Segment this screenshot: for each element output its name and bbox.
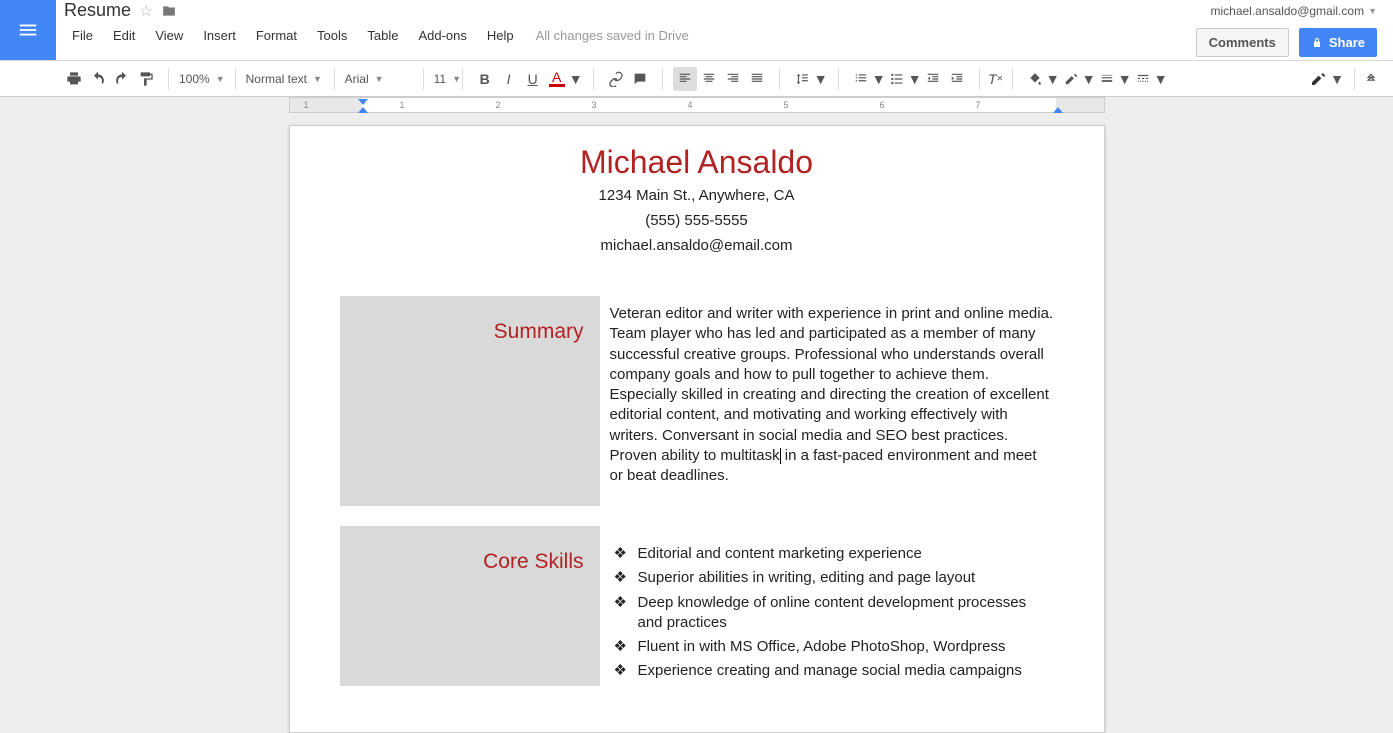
- app-menu-button[interactable]: [0, 0, 56, 60]
- skills-list: Editorial and content marketing experien…: [610, 534, 1054, 682]
- menu-file[interactable]: File: [62, 24, 103, 47]
- account-menu[interactable]: michael.ansaldo@gmail.com ▼: [1210, 4, 1377, 18]
- border-style-caret[interactable]: ▼: [1155, 67, 1167, 91]
- document-title[interactable]: Resume: [64, 0, 131, 21]
- zoom-select[interactable]: 100%▼: [173, 72, 231, 86]
- hamburger-icon: [17, 19, 39, 41]
- line-spacing-button[interactable]: [790, 67, 814, 91]
- bold-button[interactable]: B: [473, 67, 497, 91]
- menu-edit[interactable]: Edit: [103, 24, 145, 47]
- text-color-caret[interactable]: ▼: [569, 67, 583, 91]
- list-item: Superior abilities in writing, editing a…: [610, 568, 1054, 588]
- list-item: Editorial and content marketing experien…: [610, 544, 1054, 564]
- numbered-list-button[interactable]: [849, 67, 873, 91]
- resume-phone: (555) 555-5555: [290, 210, 1104, 231]
- bulleted-list-button[interactable]: [885, 67, 909, 91]
- clear-formatting-button[interactable]: T✕: [984, 67, 1008, 91]
- underline-button[interactable]: U: [521, 67, 545, 91]
- align-center-button[interactable]: [697, 67, 721, 91]
- folder-icon[interactable]: [161, 4, 177, 18]
- comments-button[interactable]: Comments: [1196, 28, 1289, 57]
- italic-button[interactable]: I: [497, 67, 521, 91]
- summary-text: Veteran editor and writer with experienc…: [610, 296, 1054, 506]
- list-item: Fluent in with MS Office, Adobe PhotoSho…: [610, 637, 1054, 657]
- list-item: Experience creating and manage social me…: [610, 661, 1054, 681]
- ruler[interactable]: 1 1 2 3 4 5 6 7: [289, 97, 1105, 113]
- fill-color-caret[interactable]: ▼: [1047, 67, 1059, 91]
- border-style-button[interactable]: [1131, 67, 1155, 91]
- resume-name: Michael Ansaldo: [290, 144, 1104, 181]
- editing-mode-caret[interactable]: ▼: [1330, 67, 1344, 91]
- border-width-button[interactable]: [1095, 67, 1119, 91]
- resume-email: michael.ansaldo@email.com: [290, 235, 1104, 256]
- link-button[interactable]: [604, 67, 628, 91]
- menu-addons[interactable]: Add-ons: [408, 24, 476, 47]
- bulleted-list-caret[interactable]: ▼: [909, 67, 921, 91]
- document-page[interactable]: Michael Ansaldo 1234 Main St., Anywhere,…: [289, 125, 1105, 733]
- style-select[interactable]: Normal text▼: [240, 72, 330, 86]
- print-button[interactable]: [62, 67, 86, 91]
- align-justify-button[interactable]: [745, 67, 769, 91]
- fill-color-button[interactable]: [1023, 67, 1047, 91]
- indent-decrease-button[interactable]: [921, 67, 945, 91]
- lock-icon: [1311, 37, 1323, 49]
- indent-increase-button[interactable]: [945, 67, 969, 91]
- toolbar: 100%▼ Normal text▼ Arial▼ 11▼ B I U A ▼ …: [0, 61, 1393, 97]
- menu-help[interactable]: Help: [477, 24, 524, 47]
- list-item: Deep knowledge of online content develop…: [610, 593, 1054, 634]
- border-width-caret[interactable]: ▼: [1119, 67, 1131, 91]
- align-right-button[interactable]: [721, 67, 745, 91]
- chevron-down-icon: ▼: [1368, 6, 1377, 16]
- resume-address: 1234 Main St., Anywhere, CA: [290, 185, 1104, 206]
- share-label: Share: [1329, 35, 1365, 50]
- account-email: michael.ansaldo@gmail.com: [1210, 4, 1364, 18]
- menu-insert[interactable]: Insert: [193, 24, 246, 47]
- text-color-button[interactable]: A: [545, 67, 569, 91]
- collapse-toolbar-button[interactable]: [1359, 67, 1383, 91]
- star-icon[interactable]: ☆: [139, 1, 153, 21]
- border-color-button[interactable]: [1059, 67, 1083, 91]
- menu-table[interactable]: Table: [357, 24, 408, 47]
- align-left-button[interactable]: [673, 67, 697, 91]
- editing-mode-button[interactable]: [1306, 67, 1330, 91]
- comment-button[interactable]: [628, 67, 652, 91]
- font-select[interactable]: Arial▼: [339, 72, 419, 86]
- font-size-select[interactable]: 11▼: [428, 72, 458, 86]
- skills-heading: Core Skills: [356, 550, 584, 574]
- menu-tools[interactable]: Tools: [307, 24, 357, 47]
- menu-view[interactable]: View: [145, 24, 193, 47]
- border-color-caret[interactable]: ▼: [1083, 67, 1095, 91]
- line-spacing-caret[interactable]: ▼: [814, 67, 828, 91]
- summary-heading: Summary: [356, 320, 584, 344]
- menu-format[interactable]: Format: [246, 24, 307, 47]
- undo-button[interactable]: [86, 67, 110, 91]
- save-status: All changes saved in Drive: [524, 28, 689, 43]
- share-button[interactable]: Share: [1299, 28, 1377, 57]
- numbered-list-caret[interactable]: ▼: [873, 67, 885, 91]
- paint-format-button[interactable]: [134, 67, 158, 91]
- redo-button[interactable]: [110, 67, 134, 91]
